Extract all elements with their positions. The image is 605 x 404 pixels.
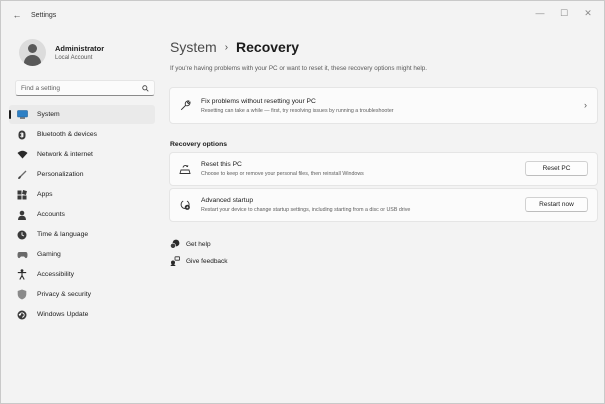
sidebar-item-label: Accessibility bbox=[37, 271, 75, 278]
give-feedback-label: Give feedback bbox=[186, 257, 228, 265]
app-title: Settings bbox=[31, 11, 57, 19]
close-icon: ✕ bbox=[584, 7, 592, 18]
profile-account-type: Local Account bbox=[55, 55, 93, 61]
search-icon[interactable] bbox=[140, 84, 150, 92]
shield-icon bbox=[16, 289, 28, 301]
sidebar-item-label: Gaming bbox=[37, 251, 61, 258]
chevron-right-icon: › bbox=[584, 100, 587, 110]
avatar bbox=[19, 39, 46, 66]
sidebar-item-label: Personalization bbox=[37, 171, 84, 178]
accessibility-icon bbox=[16, 269, 28, 281]
update-icon bbox=[16, 309, 28, 321]
fix-card-subtitle: Resetting can take a while — first, try … bbox=[201, 108, 394, 114]
brush-icon bbox=[16, 169, 28, 181]
sidebar-nav: System Bluetooth & devices Network & int… bbox=[9, 105, 155, 325]
back-arrow-icon: ← bbox=[12, 10, 22, 20]
breadcrumb: System › Recovery bbox=[170, 39, 299, 55]
breadcrumb-parent[interactable]: System bbox=[170, 39, 217, 55]
sidebar-item-label: Privacy & security bbox=[37, 291, 92, 298]
monitor-icon bbox=[16, 109, 28, 121]
sidebar-item-label: Apps bbox=[37, 191, 53, 198]
sidebar-item-accessibility[interactable]: Accessibility bbox=[9, 265, 155, 284]
wrench-icon bbox=[179, 99, 191, 111]
sidebar-item-label: Time & language bbox=[37, 231, 89, 238]
help-chat-icon bbox=[170, 239, 180, 249]
chevron-right-icon: › bbox=[224, 41, 229, 53]
maximize-icon: ☐ bbox=[559, 7, 569, 18]
reset-pc-subtitle: Choose to keep or remove your personal f… bbox=[201, 171, 364, 177]
intro-text: If you're having problems with your PC o… bbox=[170, 65, 428, 72]
search-input[interactable]: Find a setting bbox=[16, 85, 140, 92]
sidebar-item-privacy-security[interactable]: Privacy & security bbox=[9, 285, 155, 304]
person-icon bbox=[16, 209, 28, 221]
advanced-startup-icon bbox=[179, 199, 191, 211]
advanced-startup-title: Advanced startup bbox=[201, 197, 254, 204]
globe-clock-icon bbox=[16, 229, 28, 241]
give-feedback-link[interactable]: Give feedback bbox=[170, 256, 228, 266]
wifi-icon bbox=[16, 149, 28, 161]
sidebar-item-label: Windows Update bbox=[37, 311, 89, 318]
sidebar-item-label: Accounts bbox=[37, 211, 65, 218]
sidebar-item-label: Bluetooth & devices bbox=[37, 131, 98, 138]
reset-pc-icon bbox=[179, 163, 191, 175]
sidebar-item-bluetooth-devices[interactable]: Bluetooth & devices bbox=[9, 125, 155, 144]
user-profile[interactable]: Administrator Local Account bbox=[19, 39, 104, 66]
settings-window: ← Settings — ☐ ✕ Administrator Local Acc… bbox=[0, 0, 605, 404]
fix-card-title: Fix problems without resetting your PC bbox=[201, 98, 316, 105]
main-content: System › Recovery If you're having probl… bbox=[165, 29, 604, 403]
bluetooth-icon bbox=[16, 129, 28, 141]
minimize-icon: — bbox=[535, 8, 545, 18]
page-title: Recovery bbox=[236, 39, 300, 55]
sidebar-item-label: Network & internet bbox=[37, 151, 93, 158]
sidebar-item-system[interactable]: System bbox=[9, 105, 155, 124]
back-button[interactable]: ← bbox=[5, 5, 29, 25]
profile-name: Administrator bbox=[55, 44, 105, 53]
sidebar-item-personalization[interactable]: Personalization bbox=[9, 165, 155, 184]
maximize-button[interactable]: ☐ bbox=[552, 5, 576, 21]
window-controls: — ☐ ✕ bbox=[528, 5, 600, 21]
title-bar: ← Settings — ☐ ✕ bbox=[1, 1, 604, 29]
get-help-label: Get help bbox=[186, 240, 211, 248]
get-help-link[interactable]: Get help bbox=[170, 239, 211, 249]
reset-pc-card: Reset this PC Choose to keep or remove y… bbox=[169, 152, 598, 186]
advanced-startup-subtitle: Restart your device to change startup se… bbox=[201, 207, 411, 213]
apps-icon bbox=[16, 189, 28, 201]
search-box[interactable]: Find a setting bbox=[15, 80, 155, 96]
advanced-startup-card: Advanced startup Restart your device to … bbox=[169, 188, 598, 222]
minimize-button[interactable]: — bbox=[528, 5, 552, 21]
sidebar-item-apps[interactable]: Apps bbox=[9, 185, 155, 204]
reset-pc-button[interactable]: Reset PC bbox=[525, 161, 588, 176]
gamepad-icon bbox=[16, 249, 28, 261]
sidebar-item-gaming[interactable]: Gaming bbox=[9, 245, 155, 264]
fix-problems-card[interactable]: Fix problems without resetting your PC R… bbox=[169, 87, 598, 124]
sidebar: Administrator Local Account Find a setti… bbox=[1, 29, 165, 403]
close-button[interactable]: ✕ bbox=[576, 5, 600, 21]
sidebar-item-time-language[interactable]: Time & language bbox=[9, 225, 155, 244]
restart-now-button[interactable]: Restart now bbox=[525, 197, 588, 212]
sidebar-item-accounts[interactable]: Accounts bbox=[9, 205, 155, 224]
feedback-icon bbox=[170, 256, 180, 266]
reset-pc-title: Reset this PC bbox=[201, 161, 242, 168]
recovery-options-heading: Recovery options bbox=[170, 141, 228, 148]
sidebar-item-label: System bbox=[37, 111, 60, 118]
sidebar-item-windows-update[interactable]: Windows Update bbox=[9, 305, 155, 324]
sidebar-item-network-internet[interactable]: Network & internet bbox=[9, 145, 155, 164]
